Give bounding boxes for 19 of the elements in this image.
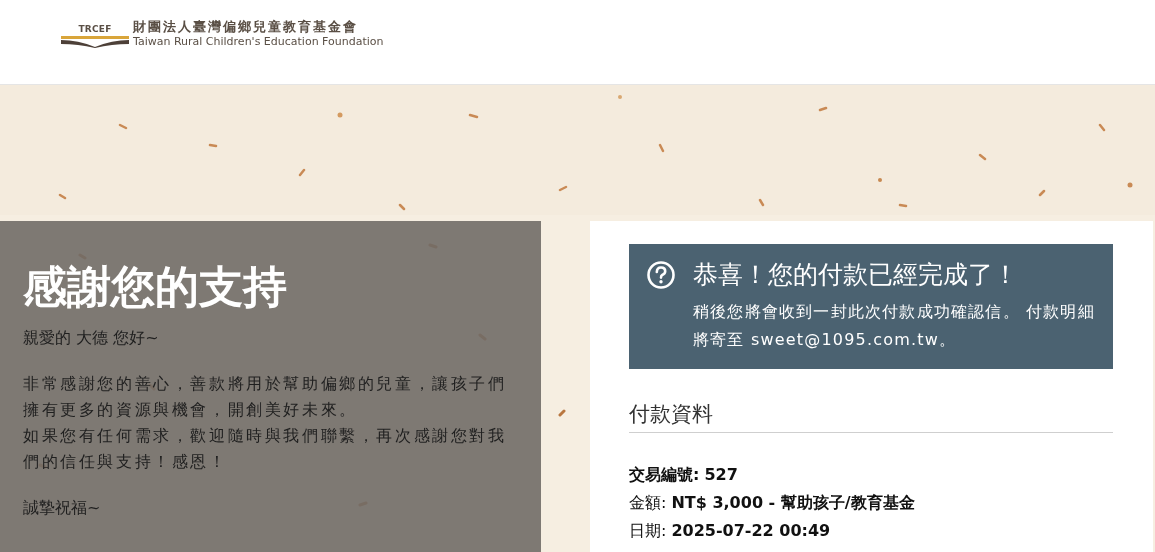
- logo-name: 財團法人臺灣偏鄉兒童教育基金會: [133, 18, 359, 35]
- detail-label: 日期:: [629, 520, 667, 542]
- detail-value: NT$ 3,000 - 幫助孩子/教育基金: [671, 492, 915, 514]
- greeting-text: 親愛的 大德 您好~: [23, 327, 160, 349]
- logo-mark-text: TRCEF: [78, 25, 112, 34]
- detail-label: 金額:: [629, 492, 667, 514]
- alert-message: 稍後您將會收到一封此次付款成功確認信。 付款明細將寄至 sweet@1095.com.tw。: [693, 301, 1095, 351]
- alert-title: 恭喜！您的付款已經完成了！: [693, 259, 1019, 291]
- section-title: 付款資料: [629, 399, 1113, 433]
- detail-label: 交易編號:: [629, 464, 700, 486]
- message-paragraph: 非常感謝您的善心，善款將用於幫助偏鄉的兒童，讓孩子們擁有更多的資源與機會，開創美好未來。: [23, 373, 508, 421]
- book-icon: [60, 34, 130, 48]
- closing-text: 誠摯祝福~: [23, 497, 102, 519]
- detail-value: 527: [704, 464, 738, 486]
- detail-value: 2025-07-22 00:49: [671, 520, 831, 542]
- help-icon: [646, 260, 676, 290]
- thanks-title: 感謝您的支持: [23, 261, 288, 313]
- logo-name-english: Taiwan Rural Children's Education Foundation: [133, 35, 384, 48]
- message-paragraph: 如果您有任何需求，歡迎隨時與我們聯繫，再次感謝您對我們的信任與支持！感恩！: [23, 425, 508, 473]
